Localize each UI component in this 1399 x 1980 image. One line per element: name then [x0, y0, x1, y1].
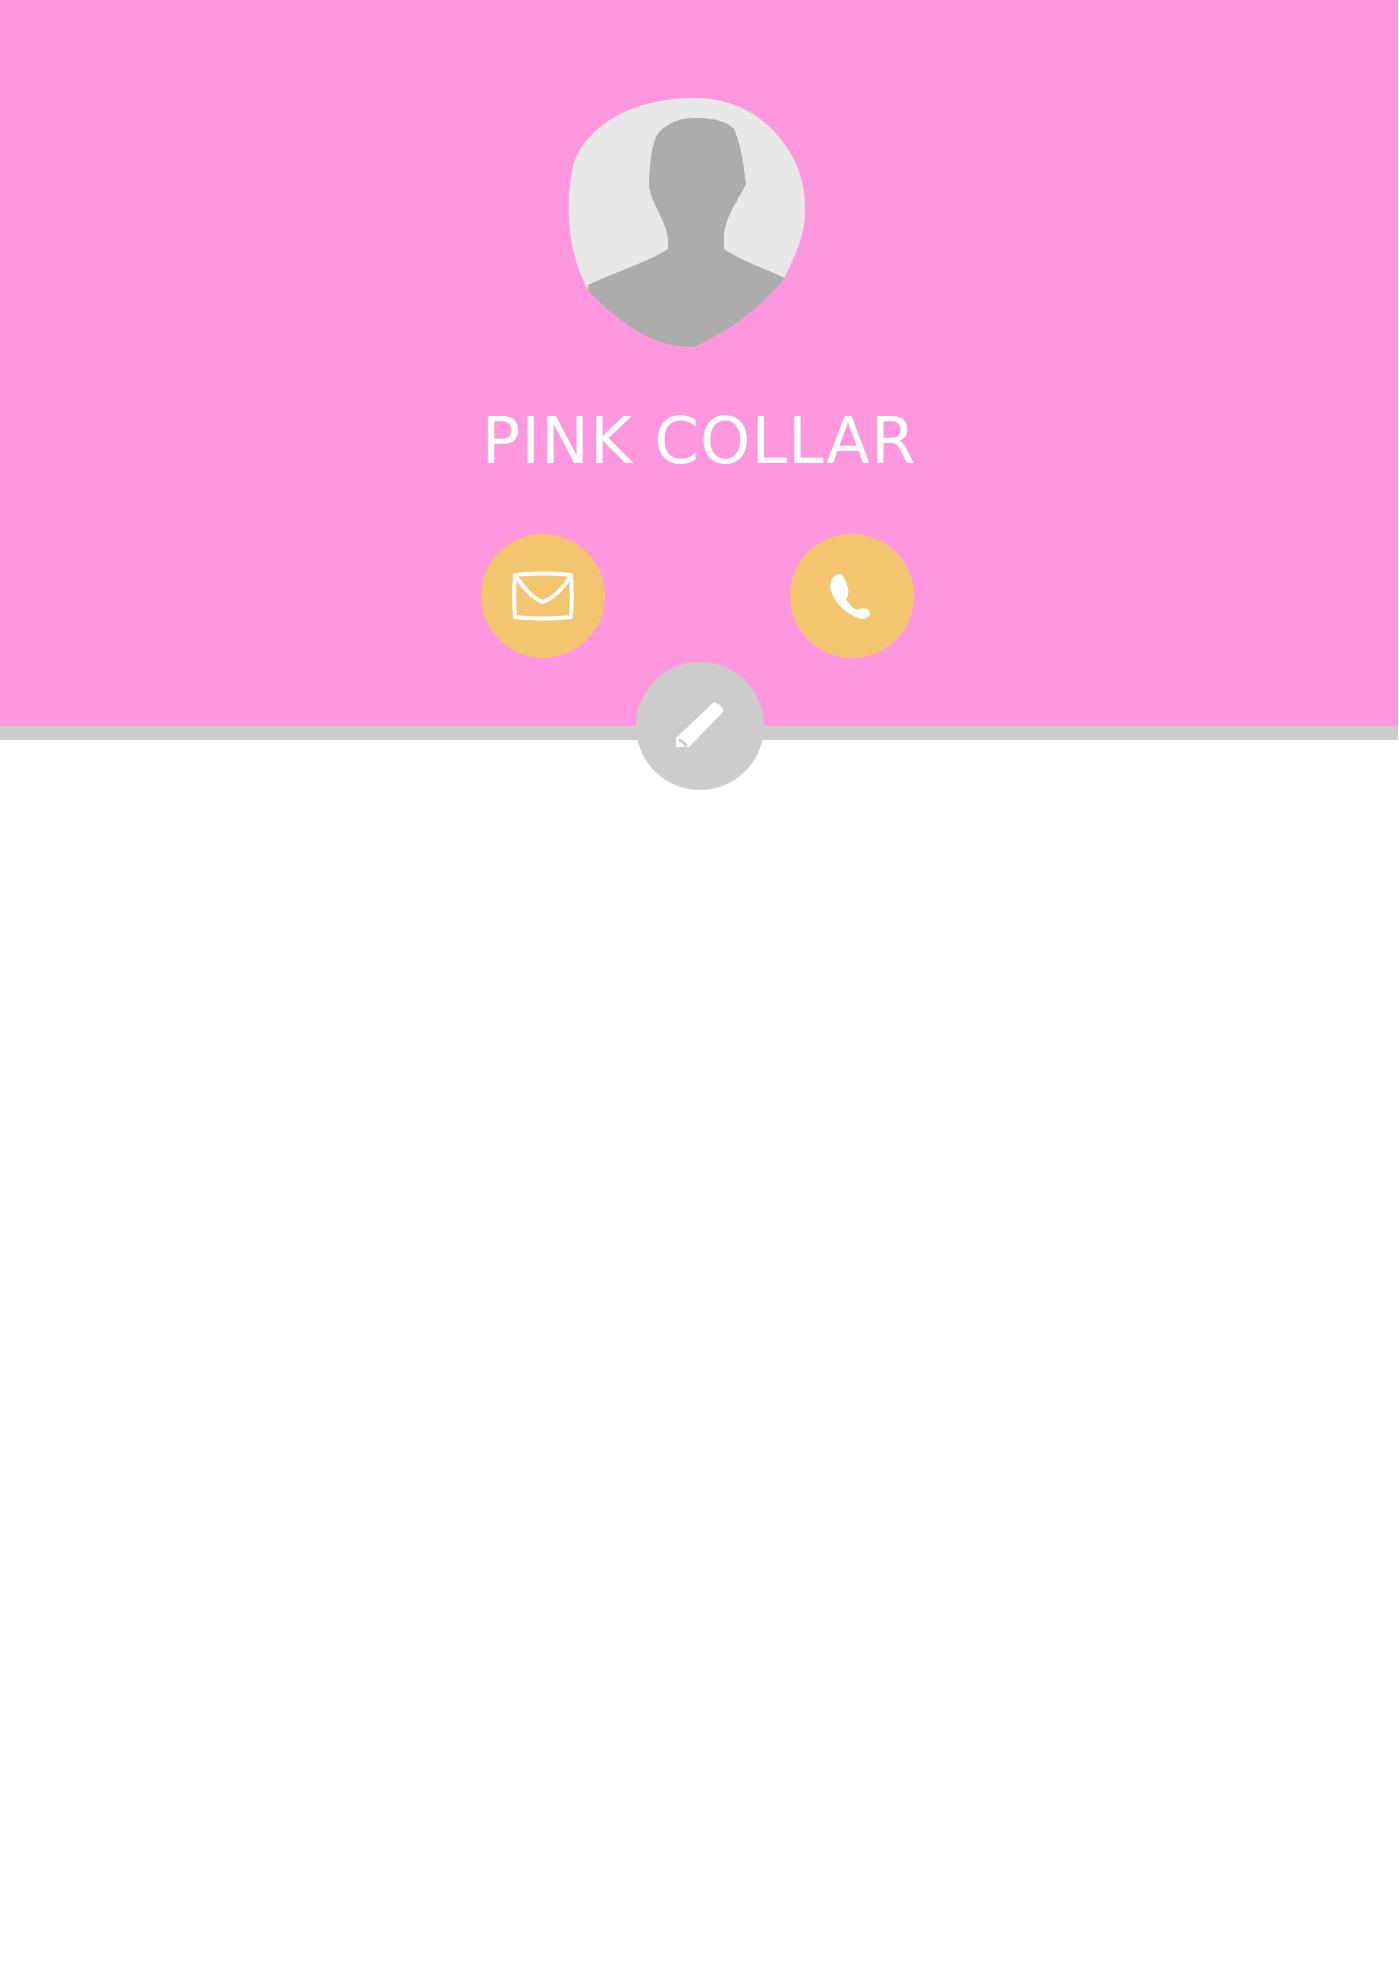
pencil-icon — [670, 696, 730, 756]
phone-button[interactable] — [790, 534, 914, 658]
edit-button[interactable] — [636, 662, 764, 790]
person-silhouette-icon — [568, 98, 806, 347]
envelope-icon — [511, 571, 575, 621]
resume-page: PINK COLLAR — [0, 0, 1399, 1980]
profile-name: PINK COLLAR — [481, 405, 917, 479]
phone-icon — [824, 568, 880, 624]
avatar — [568, 97, 820, 348]
email-button[interactable] — [481, 534, 605, 658]
